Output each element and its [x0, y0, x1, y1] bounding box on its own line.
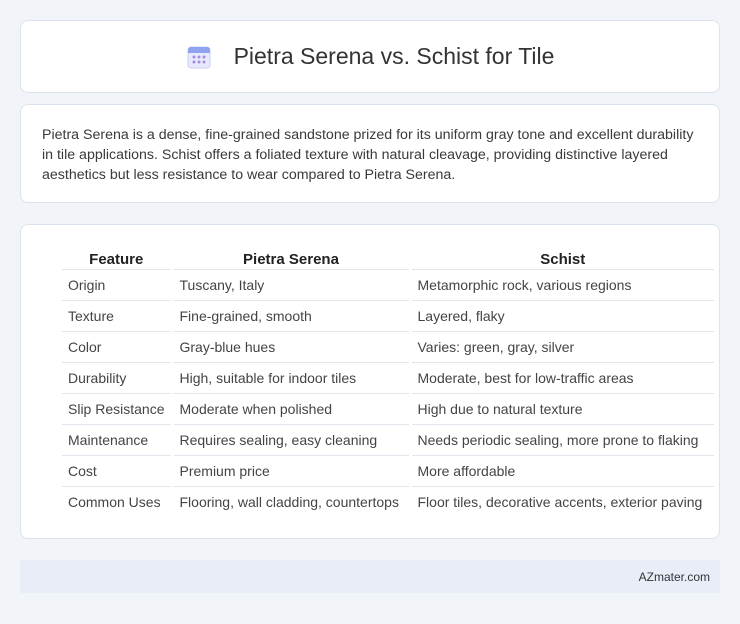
cell-schist: Moderate, best for low-traffic areas [410, 361, 714, 393]
table-row: Maintenance Requires sealing, easy cleani… [62, 423, 714, 455]
cell-pietra-serena: Fine-grained, smooth [172, 299, 412, 331]
cell-schist: Varies: green, gray, silver [410, 330, 714, 362]
cell-pietra-serena: Flooring, wall cladding, countertops [172, 485, 412, 517]
cell-feature: Origin [62, 268, 174, 300]
description-text: Pietra Serena is a dense, fine-grained s… [42, 127, 694, 183]
page-title: Pietra Serena vs. Schist for Tile [233, 43, 555, 69]
column-header-feature: Feature [62, 245, 174, 270]
cell-pietra-serena: Tuscany, Italy [172, 268, 412, 300]
cell-pietra-serena: Gray-blue hues [172, 330, 412, 362]
title-card: Pietra Serena vs. Schist for Tile [20, 20, 720, 93]
cell-feature: Maintenance [62, 423, 174, 455]
cell-pietra-serena: Requires sealing, easy cleaning [172, 423, 412, 455]
cell-schist: Needs periodic sealing, more prone to fl… [410, 423, 714, 455]
cell-feature: Cost [62, 454, 174, 486]
cell-feature: Slip Resistance [62, 392, 174, 424]
calendar-grid-icon [186, 44, 212, 70]
cell-pietra-serena: Premium price [172, 454, 412, 486]
table-row: Slip Resistance Moderate when polished Hig… [62, 392, 714, 424]
cell-schist: Layered, flaky [410, 299, 714, 331]
table-header-row: Feature Pietra Serena Schist [62, 245, 714, 270]
cell-feature: Color [62, 330, 174, 362]
table-row: Common Uses Flooring, wall cladding, coun… [62, 485, 714, 517]
cell-pietra-serena: High, suitable for indoor tiles [172, 361, 412, 393]
cell-schist: Metamorphic rock, various regions [410, 268, 714, 300]
footer-source: AZmater.com [638, 569, 710, 584]
table-row: Texture Fine-grained, smooth Layered, flak… [62, 299, 714, 331]
cell-pietra-serena: Moderate when polished [172, 392, 412, 424]
table-row: Durability High, suitable for indoor tile… [62, 361, 714, 393]
cell-schist: Floor tiles, decorative accents, exterio… [410, 485, 714, 517]
cell-feature: Common Uses [62, 485, 174, 517]
cell-schist: High due to natural texture [410, 392, 714, 424]
cell-feature: Texture [62, 299, 174, 331]
comparison-table: Feature Pietra Serena Schist Origin Tusca… [62, 245, 714, 517]
column-header-schist: Schist [410, 245, 714, 270]
cell-feature: Durability [62, 361, 174, 393]
table-row: Color Gray-blue hues Varies: green, gray, … [62, 330, 714, 362]
footer: AZmater.com [20, 560, 720, 593]
table-row: Origin Tuscany, Italy Metamorphic rock, va… [62, 268, 714, 300]
column-header-pietra-serena: Pietra Serena [172, 245, 412, 270]
cell-schist: More affordable [410, 454, 714, 486]
description-card: Pietra Serena is a dense, fine-grained s… [20, 104, 720, 203]
comparison-card: Feature Pietra Serena Schist Origin Tusca… [20, 224, 720, 539]
table-row: Cost Premium price More affordable [62, 454, 714, 486]
